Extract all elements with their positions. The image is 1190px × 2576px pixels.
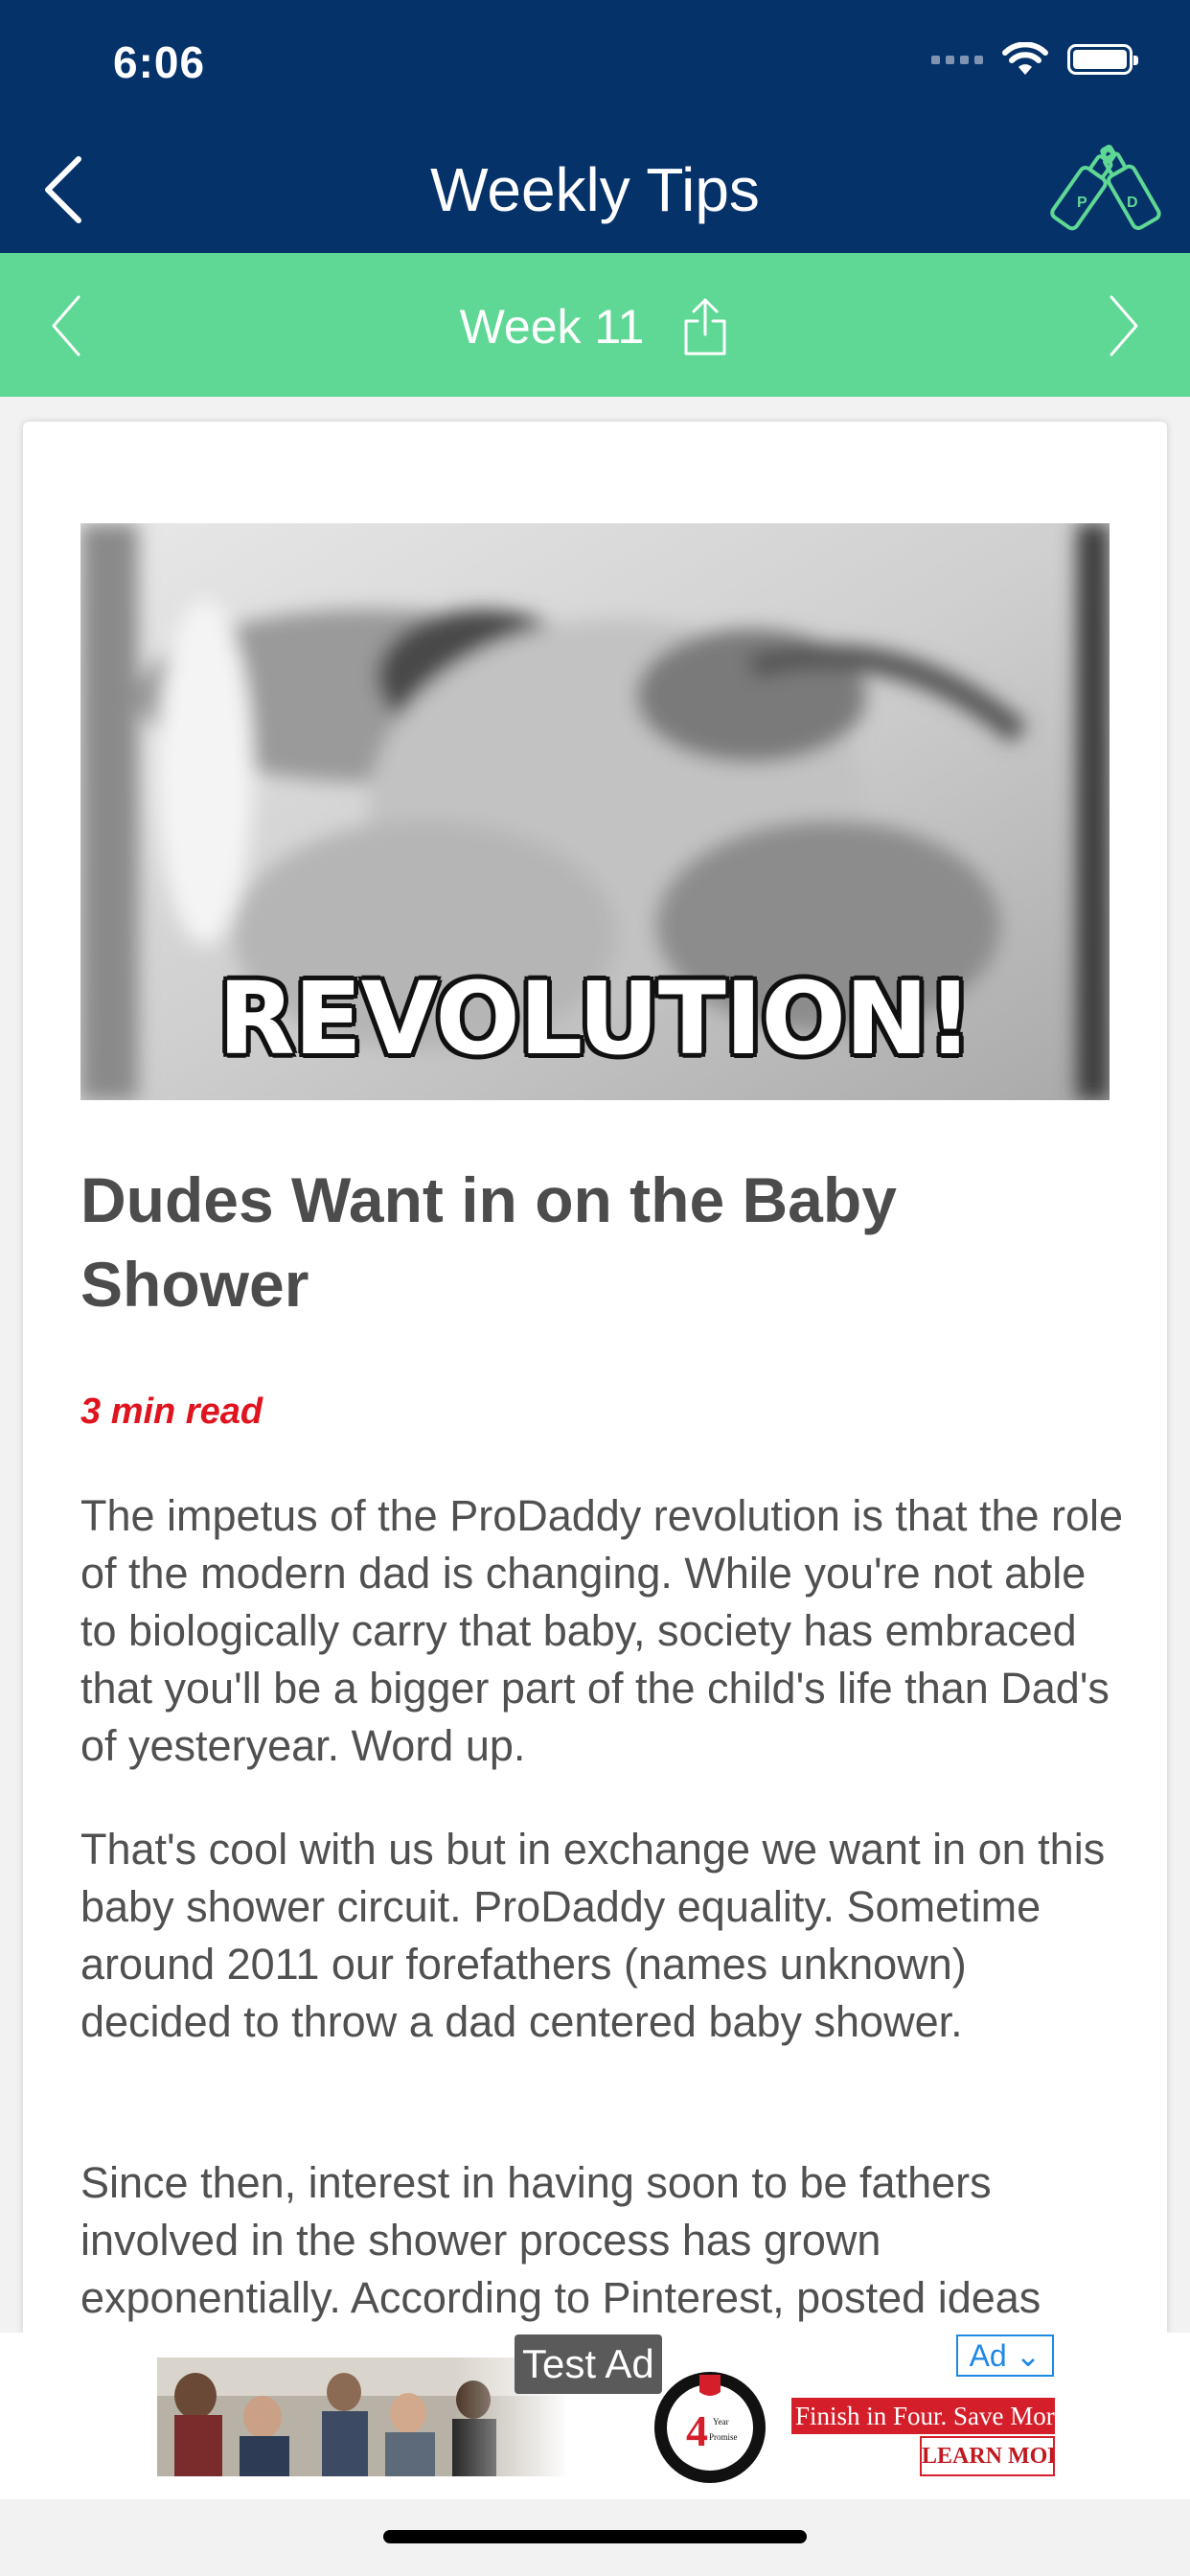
article-card: REVOLUTION! Dudes Want in on the Baby Sh… bbox=[23, 422, 1167, 2338]
battery-icon bbox=[1067, 44, 1138, 75]
ad-banner[interactable]: Test Ad 4 Year Promise Finish in Four. S… bbox=[0, 2333, 1190, 2499]
status-time: 6:06 bbox=[113, 37, 206, 87]
page-title: Weekly Tips bbox=[430, 155, 760, 224]
share-icon[interactable] bbox=[680, 296, 730, 357]
article-paragraph: That's cool with us but in exchange we w… bbox=[80, 1825, 1106, 2046]
article-paragraph: The impetus of the ProDaddy revolution i… bbox=[80, 1491, 1124, 1770]
next-week-chevron-icon[interactable] bbox=[1100, 288, 1144, 364]
ad-photo[interactable] bbox=[157, 2358, 569, 2476]
svg-text:D: D bbox=[1127, 195, 1138, 211]
article-hero-image: REVOLUTION! bbox=[80, 523, 1110, 1100]
ad-learn-more-button[interactable]: LEARN MOR bbox=[920, 2436, 1055, 2476]
ad-choices-badge[interactable]: Ad ⌄ bbox=[956, 2334, 1054, 2377]
week-title-group: Week 11 bbox=[0, 296, 1190, 357]
svg-text:P: P bbox=[1077, 195, 1087, 211]
status-icons bbox=[931, 42, 1138, 77]
bottles-logo-icon[interactable]: P D bbox=[1042, 126, 1169, 240]
svg-text:4: 4 bbox=[686, 2406, 708, 2455]
article-title: Dudes Want in on the Baby Shower bbox=[80, 1164, 897, 1320]
week-selector-bar: Week 11 bbox=[0, 253, 1190, 397]
home-indicator[interactable] bbox=[383, 2530, 807, 2543]
hero-caption: REVOLUTION! bbox=[217, 960, 973, 1077]
svg-text:Year: Year bbox=[713, 2417, 729, 2426]
read-time: 3 min read bbox=[80, 1392, 263, 1432]
four-year-promise-seal-icon[interactable]: 4 Year Promise bbox=[652, 2369, 768, 2486]
cellular-signal-icon bbox=[931, 55, 983, 64]
article-paragraph: Since then, interest in having soon to b… bbox=[80, 2158, 1041, 2322]
wifi-icon bbox=[1002, 42, 1048, 75]
ad-cta-text[interactable]: Finish in Four. Save Mor bbox=[791, 2398, 1055, 2434]
svg-text:Promise: Promise bbox=[709, 2432, 738, 2442]
top-navigation-bar: 6:06 Weekly Tips P D bbox=[0, 0, 1190, 253]
test-ad-label: Test Ad bbox=[515, 2334, 662, 2394]
week-label: Week 11 bbox=[459, 300, 645, 354]
